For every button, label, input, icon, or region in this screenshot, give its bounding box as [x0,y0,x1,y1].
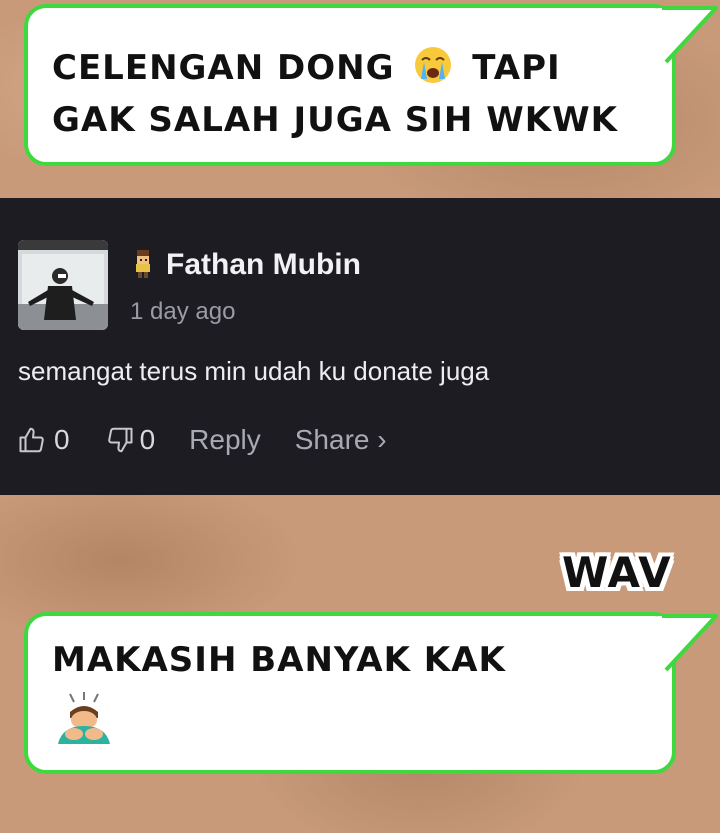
bubble-tail [658,614,718,672]
comment-actions: 0 0 Reply Share › [18,424,421,456]
pixel-character-icon [136,250,150,278]
speech-bubble-top: CELENGAN DONG TAPI GAK SALAH JUGA SIH WK… [24,4,718,166]
reply-button[interactable]: Reply [189,424,261,456]
thumbs-up-icon [19,427,44,453]
like-button[interactable]: 0 [18,424,70,456]
comment-card: Fathan Mubin 1 day ago semangat terus mi… [0,198,720,495]
bubble-top-text-b: TAPI [472,48,561,88]
person-bowing-icon [58,692,110,744]
dislike-count: 0 [139,424,156,455]
bubble-top-line-2: GAK SALAH JUGA SIH WKWK [52,100,618,140]
wav-sticker: WAV [562,548,672,597]
thumbs-down-icon [107,427,133,453]
bubble-bottom-line-1: MAKASIH BANYAK KAK [52,640,506,680]
bubble-tail [658,6,718,64]
avatar[interactable] [18,240,108,330]
bubble-top-text-a: CELENGAN DONG [52,48,395,88]
avatar-image [18,240,108,330]
comment-text: semangat terus min udah ku donate juga [18,356,490,386]
share-button[interactable]: Share › [295,424,387,456]
author-name[interactable]: Fathan Mubin [166,248,361,282]
loudly-crying-face-icon [415,47,452,83]
speech-bubble-bottom: MAKASIH BANYAK KAK [24,612,718,774]
comment-timestamp: 1 day ago [130,298,236,325]
dislike-button[interactable]: 0 [104,424,156,456]
bubble-top-line-1: CELENGAN DONG TAPI [52,42,648,94]
like-count: 0 [54,424,70,455]
author-row: Fathan Mubin [132,248,361,282]
